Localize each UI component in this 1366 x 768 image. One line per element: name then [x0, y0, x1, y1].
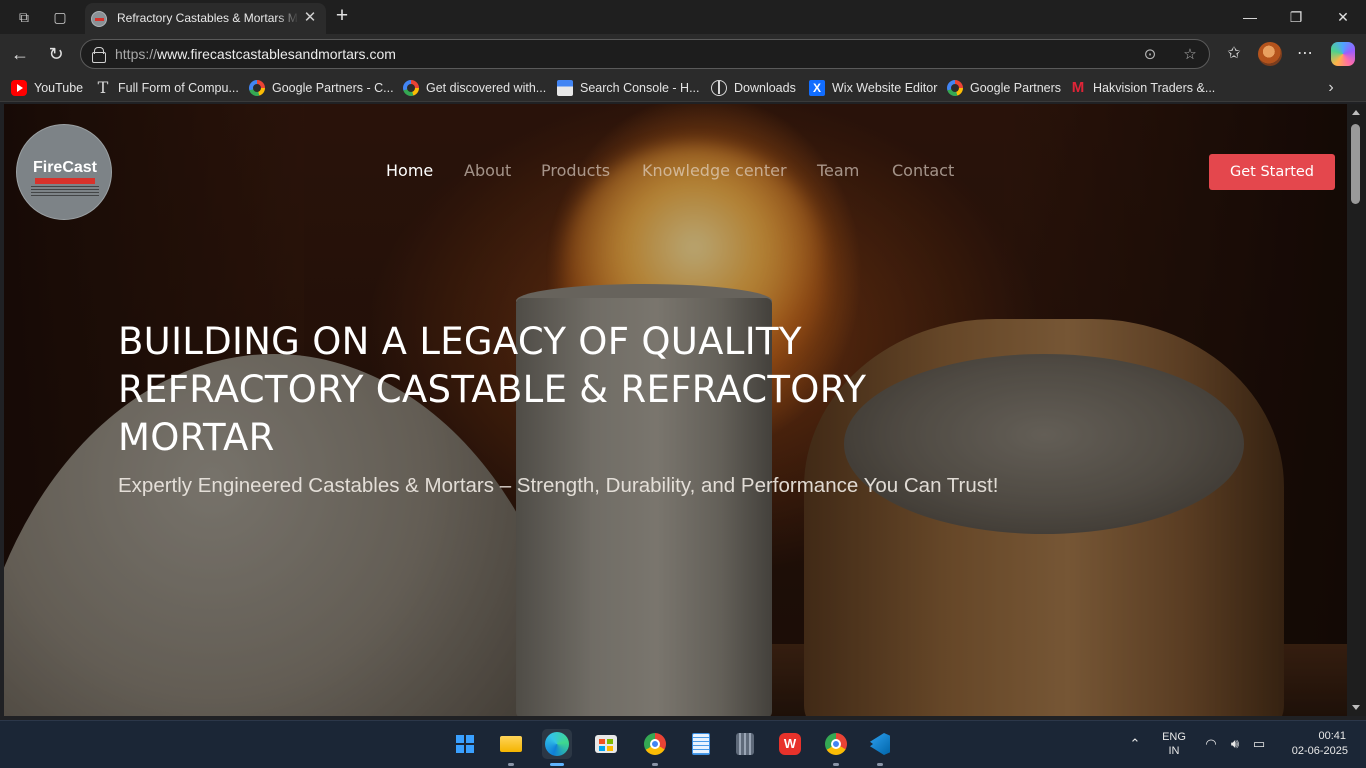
- bookmark-get-discovered[interactable]: Get discovered with...: [403, 79, 546, 97]
- nav-home[interactable]: Home: [386, 161, 433, 180]
- profile-avatar[interactable]: [1258, 42, 1282, 66]
- windows-logo-icon: [456, 735, 474, 753]
- logo-tagline-band: [35, 178, 95, 184]
- google-icon: [249, 80, 265, 96]
- nav-about[interactable]: About: [464, 161, 511, 180]
- folder-icon: [500, 736, 522, 752]
- notepad-icon: [692, 733, 710, 755]
- nav-contact[interactable]: Contact: [892, 161, 954, 180]
- google-icon: [403, 80, 419, 96]
- vertical-tabs-icon[interactable]: ▢: [50, 7, 70, 27]
- wps-office-icon: W: [779, 733, 801, 755]
- start-button[interactable]: [450, 729, 480, 759]
- nav-knowledge-center[interactable]: Knowledge center: [642, 161, 787, 180]
- search-console-icon: [557, 80, 573, 96]
- back-arrow-icon[interactable]: ←: [9, 43, 31, 65]
- close-tab-icon[interactable]: ✕: [301, 9, 319, 27]
- globe-icon: [711, 80, 727, 96]
- browser-toolbar: ← ↻ https://www.firecastcastablesandmort…: [0, 34, 1366, 74]
- clock[interactable]: 00:41 02-06-2025: [1276, 730, 1356, 757]
- t-icon: T: [97, 78, 109, 97]
- minimize-icon[interactable]: —: [1238, 6, 1262, 28]
- bookmarks-bar: YouTube T Full Form of Compu... Google Pa…: [0, 74, 1366, 102]
- bookmark-full-form[interactable]: T Full Form of Compu...: [95, 79, 239, 97]
- battery-icon[interactable]: ▭: [1250, 735, 1268, 753]
- restore-icon[interactable]: ❐: [1284, 6, 1308, 28]
- address-bar[interactable]: https://www.firecastcastablesandmortars.…: [80, 39, 1210, 69]
- show-hidden-icons-chevron-icon[interactable]: ⌃: [1126, 735, 1144, 753]
- favorites-icon[interactable]: ✩: [1223, 43, 1245, 65]
- workspaces-icon[interactable]: ⧉: [14, 7, 34, 27]
- microsoft-store-icon: [595, 735, 617, 753]
- site-favicon-icon: [91, 11, 107, 27]
- logo-wordmark: FireCast: [32, 159, 98, 176]
- page-viewport: FireCast Home About Products Knowledge c…: [4, 104, 1347, 716]
- scroll-down-arrow-icon[interactable]: [1352, 705, 1360, 710]
- calculator-icon: [736, 733, 754, 755]
- m-icon: M: [1071, 79, 1085, 96]
- taskbar-file-explorer[interactable]: [496, 729, 526, 759]
- url-text[interactable]: https://www.firecastcastablesandmortars.…: [115, 46, 396, 62]
- bookmark-youtube[interactable]: YouTube: [11, 79, 83, 97]
- tab-title: Refractory Castables & Mortars M: [117, 11, 297, 25]
- scroll-up-arrow-icon[interactable]: [1352, 110, 1360, 115]
- site-logo[interactable]: FireCast: [16, 124, 112, 220]
- wix-icon: X: [809, 80, 825, 96]
- tab-title-fade: [277, 9, 299, 29]
- refresh-icon[interactable]: ↻: [45, 43, 67, 65]
- more-menu-icon[interactable]: ⋯: [1294, 43, 1316, 65]
- chrome-icon: [644, 733, 666, 755]
- running-indicator: [833, 763, 839, 766]
- hero-title: BUILDING ON A LEGACY OF QUALITY REFRACTO…: [118, 318, 1018, 462]
- hero-title-line1: BUILDING ON A LEGACY OF QUALITY: [118, 320, 802, 363]
- nav-products[interactable]: Products: [541, 161, 610, 180]
- active-tab[interactable]: Refractory Castables & Mortars M ✕: [85, 3, 326, 34]
- bookmark-google-partners[interactable]: Google Partners: [947, 79, 1061, 97]
- taskbar-store[interactable]: [591, 729, 621, 759]
- bookmark-wix-editor[interactable]: X Wix Website Editor: [809, 79, 937, 97]
- youtube-icon: [11, 80, 27, 96]
- taskbar-chrome-2[interactable]: [821, 729, 851, 759]
- page-scrollbar[interactable]: [1347, 104, 1366, 716]
- taskbar-chrome-1[interactable]: [640, 729, 670, 759]
- vscode-icon: [870, 733, 890, 755]
- hero-title-line3: MORTAR: [118, 416, 275, 459]
- taskbar-wps[interactable]: W: [775, 729, 805, 759]
- active-indicator: [550, 763, 564, 766]
- volume-icon[interactable]: 🔊︎: [1226, 735, 1244, 753]
- edge-icon: [545, 732, 569, 756]
- bookmark-search-console[interactable]: Search Console - H...: [557, 79, 700, 97]
- bookmark-google-partners-c[interactable]: Google Partners - C...: [249, 79, 394, 97]
- logo-fine-print: [31, 186, 99, 196]
- running-indicator: [508, 763, 514, 766]
- get-started-button[interactable]: Get Started: [1209, 154, 1335, 190]
- hero-title-line2: REFRACTORY CASTABLE & REFRACTORY: [118, 368, 867, 411]
- new-tab-button[interactable]: +: [332, 5, 352, 27]
- close-window-icon[interactable]: ✕: [1331, 6, 1355, 28]
- nav-team[interactable]: Team: [817, 161, 859, 180]
- chrome-icon: [825, 733, 847, 755]
- google-icon: [947, 80, 963, 96]
- taskbar-calculator[interactable]: [730, 729, 760, 759]
- running-indicator: [877, 763, 883, 766]
- bookmarks-more-chevron-icon[interactable]: ›: [1322, 78, 1340, 98]
- language-indicator[interactable]: ENG IN: [1156, 731, 1192, 757]
- scroll-thumb[interactable]: [1351, 124, 1360, 204]
- more-page-actions-icon[interactable]: ⊙: [1140, 45, 1160, 65]
- lock-icon[interactable]: [91, 46, 107, 63]
- bookmark-hakvision[interactable]: M Hakvision Traders &...: [1070, 79, 1216, 97]
- taskbar-edge[interactable]: [542, 729, 572, 759]
- running-indicator: [652, 763, 658, 766]
- taskbar-notepad[interactable]: [686, 729, 716, 759]
- bookmark-downloads[interactable]: Downloads: [711, 79, 796, 97]
- copilot-icon[interactable]: [1331, 42, 1355, 66]
- favorite-star-icon[interactable]: ☆: [1180, 45, 1200, 65]
- windows-taskbar: W ⌃ ENG IN ◠ 🔊︎ ▭ 00:41 02-06-2025: [0, 720, 1366, 768]
- taskbar-vscode[interactable]: [865, 729, 895, 759]
- browser-tab-bar: ⧉ ▢ Refractory Castables & Mortars M ✕ +…: [0, 0, 1366, 34]
- hero-subtitle: Expertly Engineered Castables & Mortars …: [118, 474, 999, 497]
- wifi-icon[interactable]: ◠: [1202, 735, 1220, 753]
